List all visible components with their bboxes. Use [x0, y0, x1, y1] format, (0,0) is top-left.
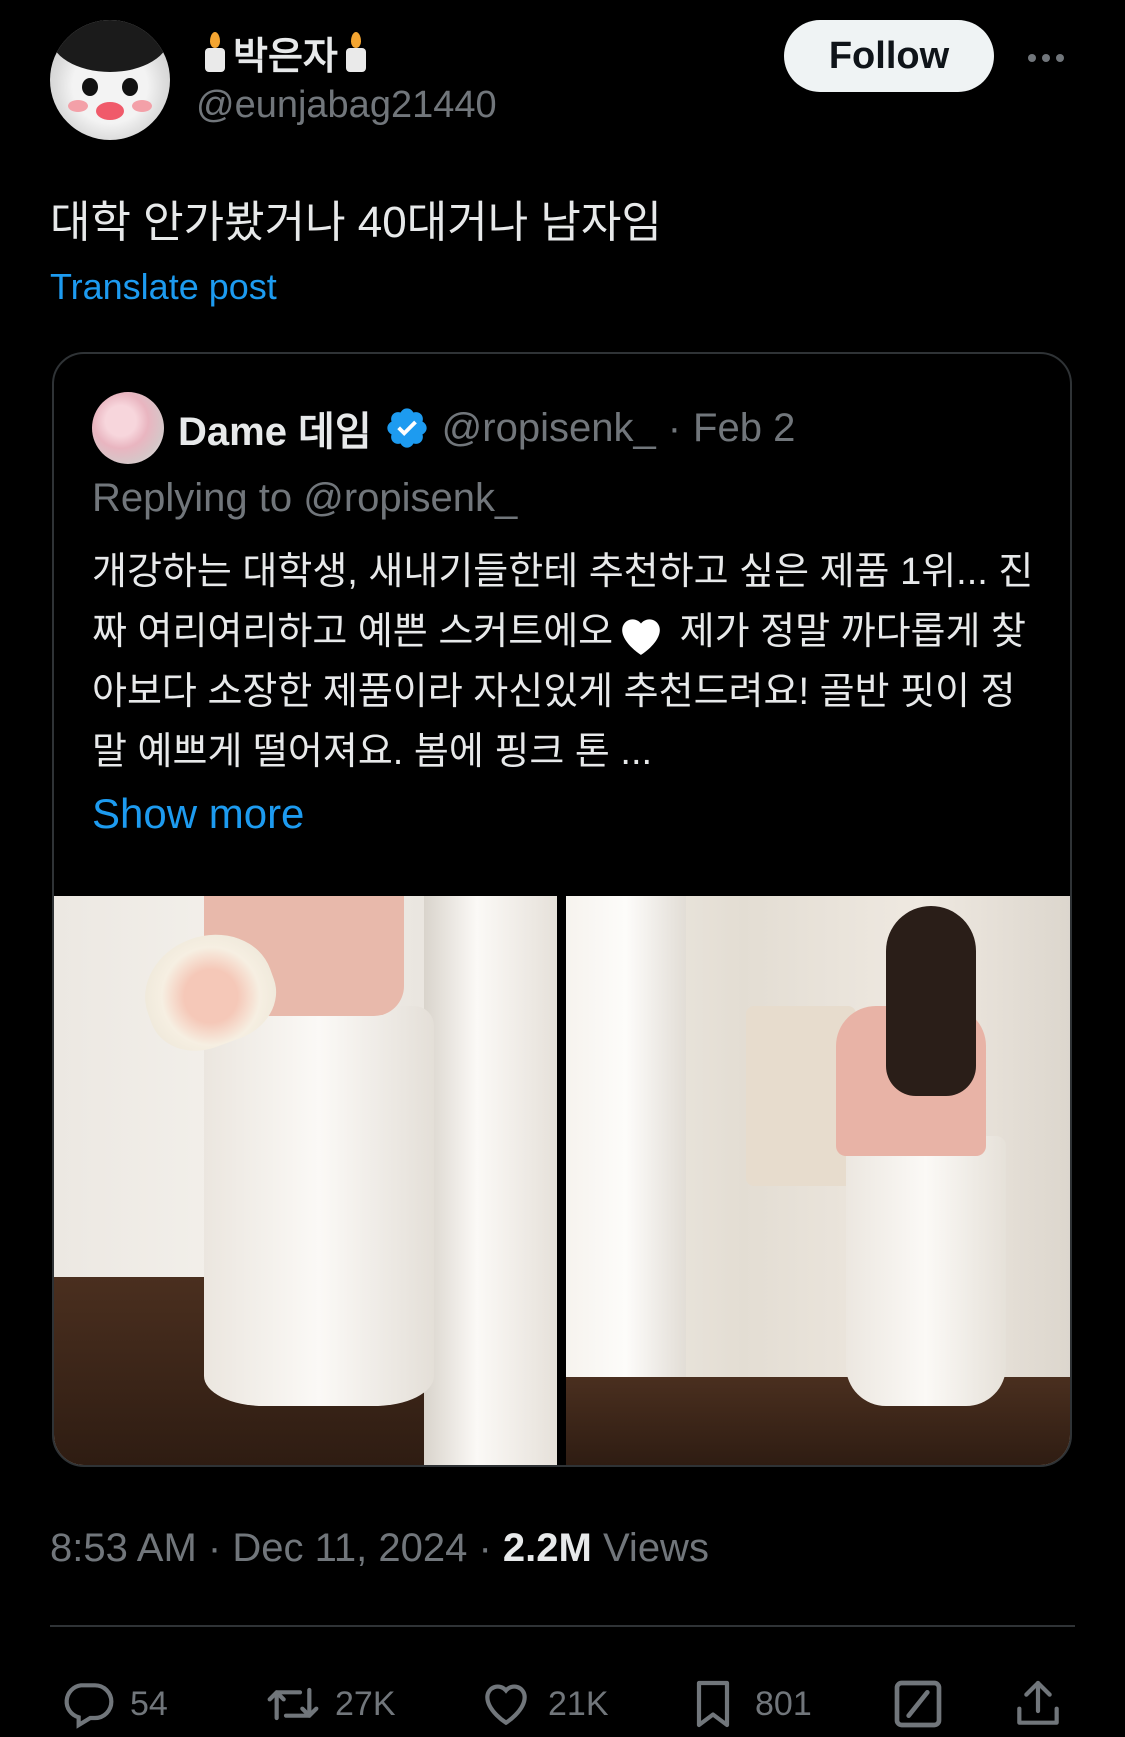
- post-meta: 8:53 AM · Dec 11, 2024 · 2.2M Views: [50, 1526, 709, 1571]
- candle-icon: [345, 32, 366, 72]
- share-button[interactable]: [1010, 1674, 1066, 1734]
- replying-to-label: Replying to @ropisenk_: [92, 476, 518, 520]
- author-handle[interactable]: @eunjabag21440: [196, 84, 497, 127]
- quoted-author-handle[interactable]: @ropisenk_: [442, 406, 656, 451]
- avatar-cheek: [68, 100, 88, 112]
- post-date[interactable]: Dec 11, 2024: [232, 1526, 467, 1570]
- avatar-eye: [82, 78, 98, 96]
- quoted-post-card[interactable]: Dame 데임 @ropisenk_ · Feb 2 Replying to @…: [52, 352, 1072, 1467]
- share-icon: [1017, 1680, 1059, 1725]
- views-count: 2.2M: [502, 1526, 592, 1570]
- avatar-penguin-head: [50, 20, 170, 72]
- bookmark-button[interactable]: 801: [685, 1674, 812, 1734]
- quoted-author-name[interactable]: Dame 데임: [178, 399, 372, 457]
- quoted-author-avatar[interactable]: [92, 392, 164, 464]
- post-text: 대학 안가봤거나 40대거나 남자임: [50, 198, 662, 247]
- separator-dot: ·: [667, 405, 682, 450]
- avatar-cheek: [132, 100, 152, 112]
- quoted-post-date[interactable]: Feb 2: [693, 406, 795, 451]
- author-avatar[interactable]: [50, 20, 170, 140]
- more-options-icon[interactable]: [1018, 30, 1074, 86]
- reply-button[interactable]: 54: [60, 1674, 168, 1734]
- separator-dot: ·: [207, 1526, 222, 1570]
- reply-icon: [64, 1683, 114, 1729]
- reply-count: 54: [130, 1684, 168, 1723]
- divider: [50, 1625, 1075, 1627]
- quoted-photo-2[interactable]: [566, 896, 1070, 1465]
- post-time[interactable]: 8:53 AM: [50, 1526, 197, 1570]
- repost-count: 27K: [335, 1684, 396, 1723]
- grok-icon: [894, 1680, 942, 1728]
- bookmark-count: 801: [755, 1684, 812, 1723]
- views-label: Views: [602, 1526, 709, 1570]
- repost-button[interactable]: 27K: [265, 1674, 396, 1734]
- skirt-image-area: [204, 1006, 434, 1406]
- follow-button[interactable]: Follow: [784, 20, 994, 92]
- show-more-link[interactable]: Show more: [92, 790, 304, 838]
- like-count: 21K: [548, 1684, 609, 1723]
- heart-icon: [485, 1684, 527, 1726]
- quoted-post-header: Dame 데임 @ropisenk_ · Feb 2: [178, 398, 795, 458]
- translate-post-link[interactable]: Translate post: [50, 266, 277, 308]
- skirt-image-area: [846, 1136, 1006, 1406]
- like-button[interactable]: 21K: [478, 1674, 609, 1734]
- action-bar: 54 27K 21K 801: [60, 1674, 1070, 1734]
- grok-button[interactable]: [890, 1674, 946, 1734]
- author-name-text: 박은자: [233, 35, 338, 78]
- repost-icon: [267, 1687, 319, 1721]
- avatar-eye: [122, 78, 138, 96]
- quoted-photo-1[interactable]: [54, 896, 557, 1465]
- bookmark-icon: [696, 1680, 730, 1728]
- separator-dot: ·: [478, 1526, 492, 1570]
- avatar-beak: [96, 102, 124, 120]
- author-display-name[interactable]: 박은자: [205, 24, 366, 80]
- candle-icon: [205, 32, 225, 72]
- white-heart-icon: [622, 619, 660, 655]
- quoted-post-text: 개강하는 대학생, 새내기들한테 추천하고 싶은 제품 1위... 진짜 여리여…: [92, 542, 1042, 782]
- verified-badge-icon: [387, 408, 427, 448]
